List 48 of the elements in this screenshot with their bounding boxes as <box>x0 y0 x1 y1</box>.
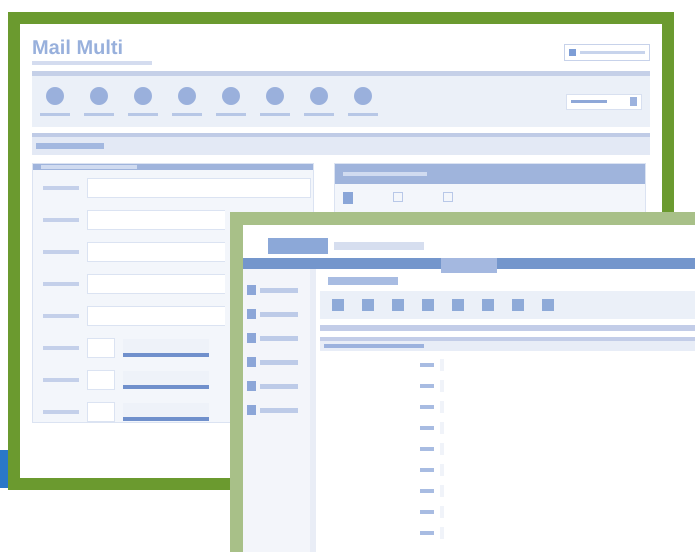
text-bar <box>420 405 434 409</box>
toolbar-button[interactable] <box>172 87 202 116</box>
toolbar-button[interactable] <box>40 87 70 116</box>
toolbar-button[interactable] <box>260 87 290 116</box>
text-bar <box>420 531 434 535</box>
toolbar-icon[interactable] <box>452 299 464 311</box>
text-bar <box>43 314 79 318</box>
text-bar <box>43 410 79 414</box>
text-bar <box>420 510 434 514</box>
logo-mark <box>268 238 328 254</box>
nav-tab[interactable] <box>441 258 497 273</box>
toolbar-icon[interactable] <box>362 299 374 311</box>
toolbar-button[interactable] <box>128 87 158 116</box>
toolbar-button[interactable] <box>84 87 114 116</box>
text-bar <box>571 100 607 103</box>
text-bar <box>43 378 79 382</box>
text-bar <box>580 51 645 54</box>
text-bar <box>43 282 79 286</box>
toolbar-button[interactable] <box>304 87 334 116</box>
text-bar <box>328 277 398 285</box>
app-title: Mail Multi <box>32 38 124 58</box>
dropdown-field[interactable] <box>123 403 209 421</box>
text-bar <box>36 143 104 149</box>
text-bar <box>43 250 79 254</box>
search-field[interactable] <box>566 94 642 110</box>
option-icon[interactable] <box>343 192 353 204</box>
dropdown-field[interactable] <box>123 371 209 389</box>
text-bar <box>420 447 434 451</box>
option-icon[interactable] <box>443 192 453 202</box>
text-bar <box>420 363 434 367</box>
toolbar-icon[interactable] <box>512 299 524 311</box>
text-bar <box>420 489 434 493</box>
toolbar-button[interactable] <box>348 87 378 116</box>
toolbar-icon[interactable] <box>422 299 434 311</box>
text-bar <box>43 218 79 222</box>
option-icon[interactable] <box>393 192 403 202</box>
header-button[interactable] <box>564 44 650 61</box>
text-bar <box>43 346 79 350</box>
toolbar-button[interactable] <box>216 87 246 116</box>
toolbar-icon[interactable] <box>482 299 494 311</box>
text-bar <box>43 186 79 190</box>
text-bar <box>420 384 434 388</box>
text-bar <box>420 426 434 430</box>
toolbar-icon[interactable] <box>392 299 404 311</box>
dropdown-field[interactable] <box>123 339 209 357</box>
toolbar-icon[interactable] <box>332 299 344 311</box>
toolbar-icon[interactable] <box>542 299 554 311</box>
text-bar <box>420 468 434 472</box>
